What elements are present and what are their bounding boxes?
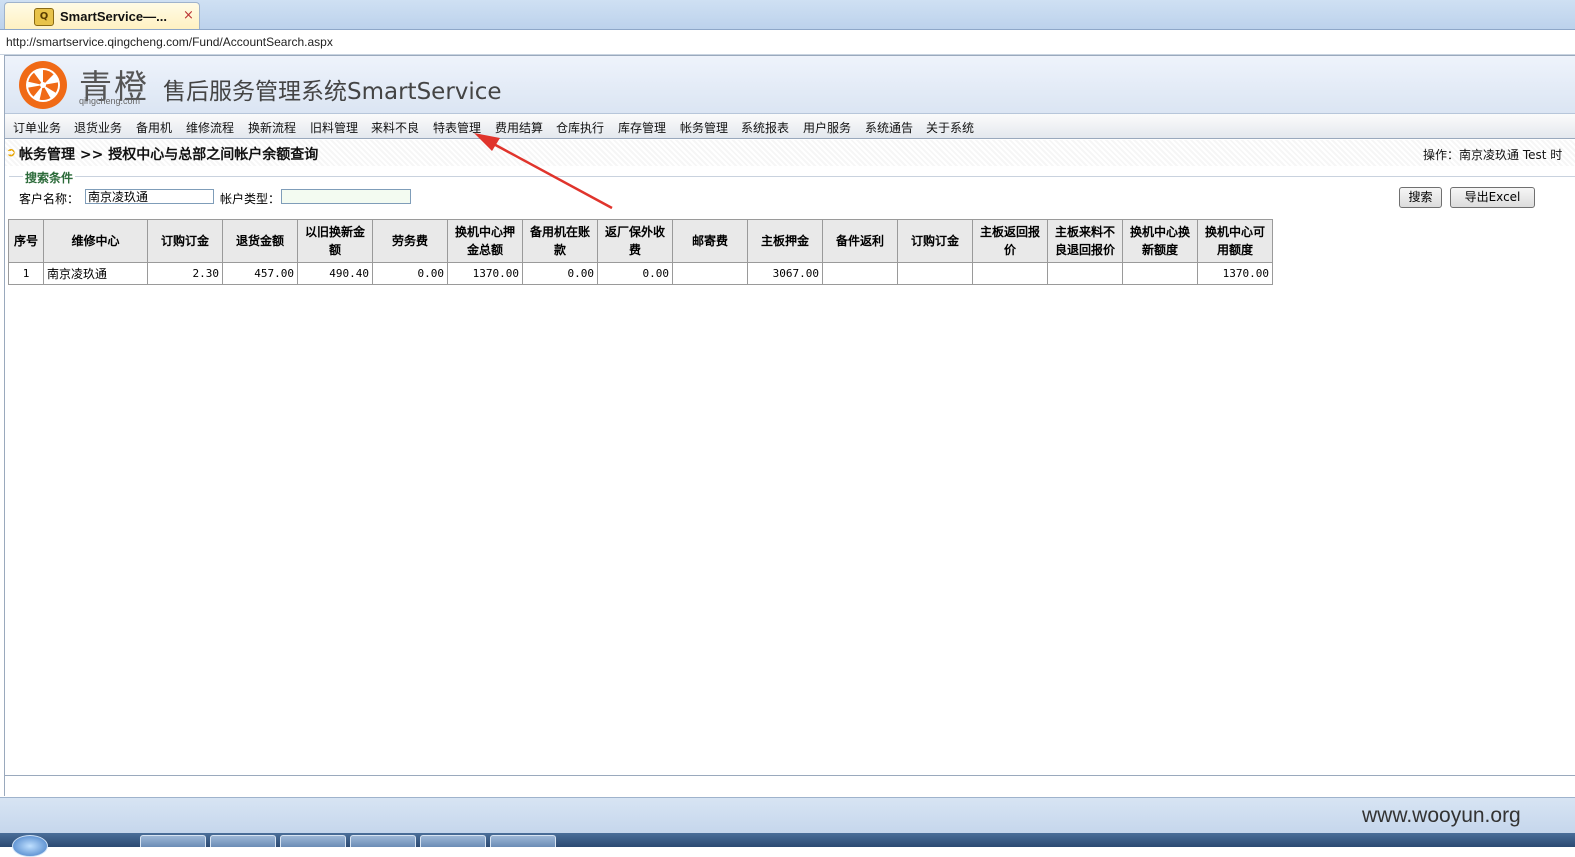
brand-domain: qingcheng.com bbox=[79, 96, 141, 106]
orange-logo-icon bbox=[19, 61, 67, 109]
export-excel-button[interactable]: 导出Excel bbox=[1450, 187, 1535, 208]
status-bar: www.wooyun.org bbox=[0, 797, 1575, 834]
table-header-row: 序号 维修中心 订购订金 退货金额 以旧换新金额 劳务费 换机中心押金总额 备用… bbox=[8, 219, 1273, 263]
search-button[interactable]: 搜索 bbox=[1399, 187, 1442, 208]
account-type-input[interactable] bbox=[281, 189, 411, 204]
table-cell: 1370.00 bbox=[447, 262, 523, 285]
nav-item-accounts[interactable]: 帐务管理 bbox=[680, 119, 728, 136]
start-button-icon[interactable] bbox=[12, 835, 48, 857]
nav-item-settlement[interactable]: 费用结算 bbox=[495, 119, 543, 136]
table-row: 1 南京凌玖通 2.30 457.00 490.40 0.00 1370.00 … bbox=[8, 262, 1273, 285]
column-header: 序号 bbox=[8, 219, 44, 263]
site-favicon-icon: Q bbox=[34, 8, 54, 26]
column-header: 主板返回报价 bbox=[972, 219, 1048, 263]
content-bottom-border bbox=[5, 775, 1575, 776]
taskbar-app-button[interactable] bbox=[280, 835, 346, 847]
browser-tab[interactable]: Q SmartService—... × bbox=[4, 2, 200, 29]
account-type-label: 帐户类型： bbox=[220, 192, 281, 206]
column-header: 以旧换新金额 bbox=[297, 219, 373, 263]
search-conditions: 搜索条件 客户名称： 帐户类型： 搜索 导出Excel bbox=[9, 169, 1575, 215]
column-header: 订购订金 bbox=[147, 219, 223, 263]
nav-item-warehouse[interactable]: 仓库执行 bbox=[556, 119, 604, 136]
column-header: 备用机在账款 bbox=[522, 219, 598, 263]
column-header: 主板来料不良退回报价 bbox=[1047, 219, 1123, 263]
table-cell bbox=[672, 262, 748, 285]
account-balance-table: 序号 维修中心 订购订金 退货金额 以旧换新金额 劳务费 换机中心押金总额 备用… bbox=[8, 219, 1273, 285]
taskbar-app-button[interactable] bbox=[490, 835, 556, 847]
column-header: 退货金额 bbox=[222, 219, 298, 263]
column-header: 维修中心 bbox=[43, 219, 148, 263]
customer-name-input[interactable] bbox=[85, 189, 214, 204]
breadcrumb: 帐务管理 >> 授权中心与总部之间帐户余额查询 bbox=[19, 147, 319, 163]
taskbar-app-button[interactable] bbox=[210, 835, 276, 847]
nav-item-notices[interactable]: 系统通告 bbox=[865, 119, 913, 136]
table-cell: 0.00 bbox=[522, 262, 598, 285]
site-header: 青橙 qingcheng.com 售后服务管理系统SmartService bbox=[5, 56, 1575, 114]
nav-item-returns[interactable]: 退货业务 bbox=[74, 119, 122, 136]
table-cell: 2.30 bbox=[147, 262, 223, 285]
os-taskbar bbox=[0, 833, 1575, 857]
nav-item-spare-phone[interactable]: 备用机 bbox=[136, 119, 172, 136]
nav-item-orders[interactable]: 订单业务 bbox=[13, 119, 61, 136]
column-header: 换机中心可用额度 bbox=[1197, 219, 1273, 263]
breadcrumb-bar: ➲ 帐务管理 >> 授权中心与总部之间帐户余额查询 操作：南京凌玖通 Test … bbox=[5, 140, 1575, 166]
table-cell bbox=[897, 262, 973, 285]
nav-item-user-service[interactable]: 用户服务 bbox=[803, 119, 851, 136]
column-header: 订购订金 bbox=[897, 219, 973, 263]
nav-item-replace-flow[interactable]: 换新流程 bbox=[248, 119, 296, 136]
table-cell: 0.00 bbox=[597, 262, 673, 285]
nav-item-defect-in[interactable]: 来料不良 bbox=[371, 119, 419, 136]
column-header: 劳务费 bbox=[372, 219, 448, 263]
tab-close-icon[interactable]: × bbox=[183, 8, 194, 23]
table-cell bbox=[1047, 262, 1123, 285]
main-nav: 订单业务 退货业务 备用机 维修流程 换新流程 旧料管理 来料不良 特表管理 费… bbox=[5, 114, 1575, 139]
page-frame: 青橙 qingcheng.com 售后服务管理系统SmartService 订单… bbox=[4, 55, 1575, 796]
nav-item-old-material[interactable]: 旧料管理 bbox=[310, 119, 358, 136]
browser-tab-bar: Q SmartService—... × bbox=[0, 0, 1575, 30]
table-cell: 3067.00 bbox=[747, 262, 823, 285]
address-bar bbox=[0, 30, 1575, 55]
table-cell: 1 bbox=[8, 262, 44, 285]
taskbar-app-button[interactable] bbox=[350, 835, 416, 847]
table-cell bbox=[1122, 262, 1198, 285]
table-cell: 490.40 bbox=[297, 262, 373, 285]
nav-item-inventory[interactable]: 库存管理 bbox=[618, 119, 666, 136]
url-input[interactable] bbox=[6, 34, 1206, 50]
table-cell: 南京凌玖通 bbox=[43, 262, 148, 285]
nav-item-reports[interactable]: 系统报表 bbox=[741, 119, 789, 136]
column-header: 主板押金 bbox=[747, 219, 823, 263]
breadcrumb-arrow-icon: ➲ bbox=[6, 145, 17, 159]
taskbar-app-button[interactable] bbox=[420, 835, 486, 847]
nav-item-about[interactable]: 关于系统 bbox=[926, 119, 974, 136]
table-cell bbox=[972, 262, 1048, 285]
tab-title: SmartService—... bbox=[60, 9, 167, 24]
operator-info: 操作：南京凌玖通 Test 时 bbox=[1423, 148, 1563, 162]
column-header: 备件返利 bbox=[822, 219, 898, 263]
system-title: 售后服务管理系统SmartService bbox=[163, 79, 502, 105]
search-legend: 搜索条件 bbox=[23, 169, 76, 186]
column-header: 换机中心押金总额 bbox=[447, 219, 523, 263]
table-cell: 1370.00 bbox=[1197, 262, 1273, 285]
customer-name-label: 客户名称： bbox=[19, 192, 80, 206]
table-cell: 0.00 bbox=[372, 262, 448, 285]
watermark: www.wooyun.org bbox=[1362, 804, 1521, 827]
column-header: 返厂保外收费 bbox=[597, 219, 673, 263]
taskbar-app-button[interactable] bbox=[140, 835, 206, 847]
column-header: 换机中心换新额度 bbox=[1122, 219, 1198, 263]
nav-item-special[interactable]: 特表管理 bbox=[433, 119, 481, 136]
column-header: 邮寄费 bbox=[672, 219, 748, 263]
nav-item-repair-flow[interactable]: 维修流程 bbox=[186, 119, 234, 136]
table-cell bbox=[822, 262, 898, 285]
table-cell: 457.00 bbox=[222, 262, 298, 285]
